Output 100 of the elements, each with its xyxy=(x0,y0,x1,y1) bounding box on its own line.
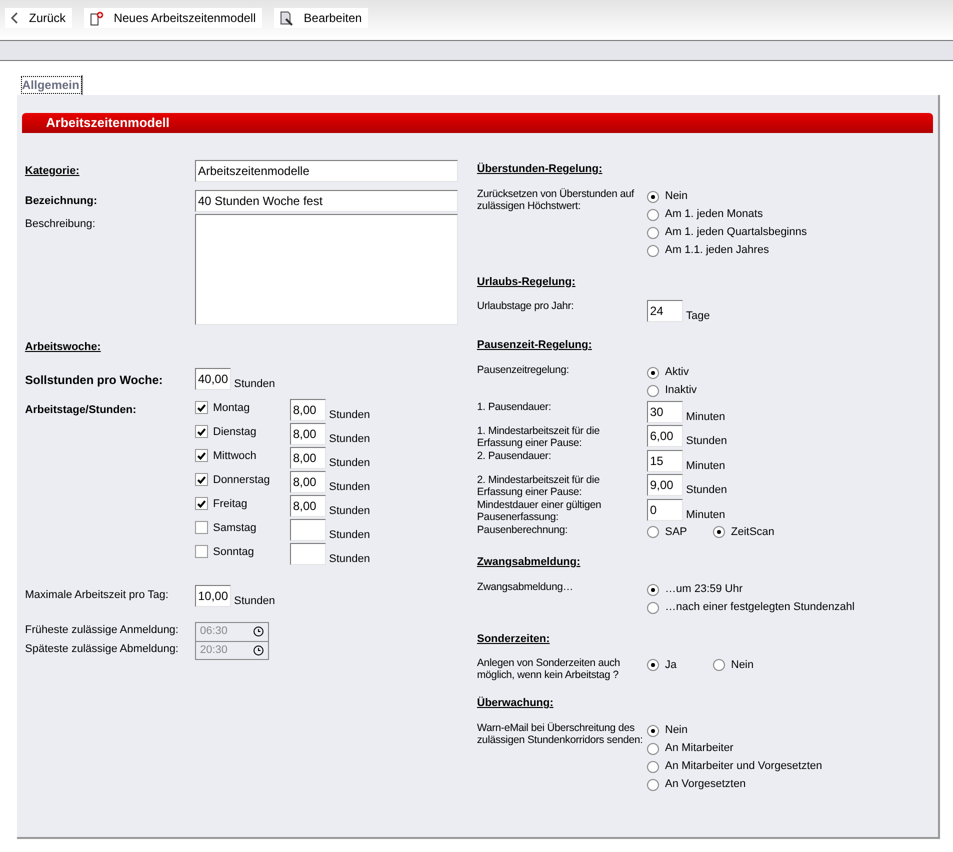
radio-button[interactable] xyxy=(713,659,725,672)
number-field[interactable]: 0 xyxy=(647,498,683,520)
hours-field[interactable] xyxy=(290,542,326,564)
radio-button[interactable] xyxy=(647,384,659,396)
field-label: Zwangsabmeldung… xyxy=(477,580,574,592)
description-field[interactable] xyxy=(195,214,458,325)
name-field[interactable]: 40 Stunden Woche fest xyxy=(195,190,458,212)
checkbox[interactable] xyxy=(195,521,208,534)
unit-label: Stunden xyxy=(329,408,370,422)
unit-label: Minuten xyxy=(686,458,726,472)
field-label: Mindestdauer einer gültigen Pausenerfassung: xyxy=(477,498,602,522)
radio-button[interactable] xyxy=(647,526,659,538)
hours-field[interactable]: 40,00 xyxy=(195,368,231,390)
checkbox[interactable] xyxy=(195,473,208,486)
checkbox[interactable] xyxy=(195,449,208,462)
number-field[interactable]: 15 xyxy=(647,450,683,472)
checkbox[interactable] xyxy=(195,545,208,558)
radio-button[interactable] xyxy=(647,208,659,220)
category-field[interactable]: Arbeitszeitenmodelle xyxy=(195,160,458,182)
tab[interactable]: Allgemein xyxy=(20,75,84,95)
radio-button[interactable] xyxy=(647,190,659,202)
hours-field[interactable]: 8,00 xyxy=(290,494,326,516)
field-label: Arbeitstage/Stunden: xyxy=(25,402,138,418)
day-label: Sonntag xyxy=(213,544,254,560)
unit-label: Stunden xyxy=(329,552,370,566)
field-label: Kategorie: xyxy=(25,164,80,179)
field-label: Sollstunden pro Woche: xyxy=(25,372,164,388)
hours-field[interactable]: 10,00 xyxy=(195,584,231,606)
field-label: Pausenberechnung: xyxy=(477,524,569,536)
chevron-left-icon xyxy=(11,12,19,24)
number-field[interactable]: 9,00 xyxy=(647,474,683,496)
toolbar-button[interactable]: Bearbeiten xyxy=(274,8,368,28)
hours-field[interactable]: 8,00 xyxy=(290,446,326,468)
number-field[interactable]: 24 xyxy=(647,300,683,322)
option-label: Aktiv xyxy=(665,365,689,380)
field-label: Warn-eMail bei Überschreitung des zulässigen Stundenkorridors senden: xyxy=(477,722,644,746)
day-label: Samstag xyxy=(213,520,256,536)
checkbox[interactable] xyxy=(195,497,208,510)
radio-button[interactable] xyxy=(647,226,659,238)
section-heading: Urlaubs-Regelung: xyxy=(477,274,576,290)
section-heading: Überstunden-Regelung: xyxy=(477,162,604,177)
radio-button[interactable] xyxy=(647,659,659,672)
option-label: Nein xyxy=(665,189,688,204)
field-label: Urlaubstage pro Jahr: xyxy=(477,300,575,312)
unit-label: Minuten xyxy=(686,410,726,424)
field-label: Beschreibung: xyxy=(25,216,96,232)
unit-label: Stunden xyxy=(686,434,727,448)
option-label: An Mitarbeiter xyxy=(665,741,734,756)
unit-label: Stunden xyxy=(329,456,370,470)
toolbar-button[interactable]: Zurück xyxy=(5,8,72,28)
option-label: Am 1. jeden Quartalsbeginns xyxy=(665,225,807,240)
clock-icon xyxy=(253,644,264,656)
option-label: Nein xyxy=(665,723,688,738)
new-document-icon xyxy=(90,10,104,26)
field-label: Maximale Arbeitszeit pro Tag: xyxy=(25,588,170,602)
hours-field[interactable]: 8,00 xyxy=(290,422,326,444)
radio-button[interactable] xyxy=(647,602,659,614)
unit-label: Tage xyxy=(686,309,710,323)
hours-field[interactable]: 8,00 xyxy=(290,470,326,492)
hours-field[interactable] xyxy=(290,518,326,540)
hours-field[interactable]: 8,00 xyxy=(290,398,326,420)
unit-label: Stunden xyxy=(329,528,370,542)
field-label: Zurücksetzen von Überstunden auf zulässigen Höchstwert: xyxy=(477,188,636,212)
field-label: Späteste zulässige Abmeldung: xyxy=(25,642,180,656)
day-label: Mittwoch xyxy=(213,448,256,464)
option-label: Nein xyxy=(731,658,754,673)
radio-button[interactable] xyxy=(647,760,659,772)
number-field[interactable]: 30 xyxy=(647,400,683,422)
unit-label: Stunden xyxy=(234,376,275,390)
radio-button[interactable] xyxy=(713,526,725,538)
radio-button[interactable] xyxy=(647,742,659,754)
field-label: Anlegen von Sonderzeiten auch möglich, wenn kein Arbeitstag ? xyxy=(477,657,622,681)
radio-button[interactable] xyxy=(647,778,659,790)
day-label: Donnerstag xyxy=(213,472,270,488)
checkbox[interactable] xyxy=(195,401,208,414)
section-title-bar: Arbeitszeitenmodell xyxy=(22,113,933,133)
checkbox[interactable] xyxy=(195,425,208,438)
section-heading: Pausenzeit-Regelung: xyxy=(477,338,593,353)
radio-button[interactable] xyxy=(647,366,659,378)
option-label: Am 1. jeden Monats xyxy=(665,207,763,222)
unit-label: Stunden xyxy=(329,504,370,518)
toolbar-button[interactable]: Neues Arbeitszeitenmodell xyxy=(84,8,262,28)
option-label: Ja xyxy=(665,658,677,673)
field-label: 1. Pausendauer: xyxy=(477,400,552,412)
option-label: …nach einer festgelegten Stundenzahl xyxy=(665,600,855,616)
day-label: Freitag xyxy=(213,496,248,512)
day-label: Montag xyxy=(213,400,250,416)
option-label: Inaktiv xyxy=(665,383,697,398)
radio-button[interactable] xyxy=(647,584,659,596)
section-heading: Arbeitswoche: xyxy=(25,340,102,355)
clock-icon xyxy=(253,626,264,637)
option-label: ZeitScan xyxy=(731,524,774,540)
option-label: SAP xyxy=(665,524,688,540)
field-label: Pausenzeitregelung: xyxy=(477,364,570,376)
radio-button[interactable] xyxy=(647,244,659,256)
radio-button[interactable] xyxy=(647,724,659,736)
number-field[interactable]: 6,00 xyxy=(647,424,683,446)
field-label: 2. Pausendauer: xyxy=(477,450,552,462)
unit-label: Minuten xyxy=(686,508,726,522)
unit-label: Stunden xyxy=(329,480,370,494)
